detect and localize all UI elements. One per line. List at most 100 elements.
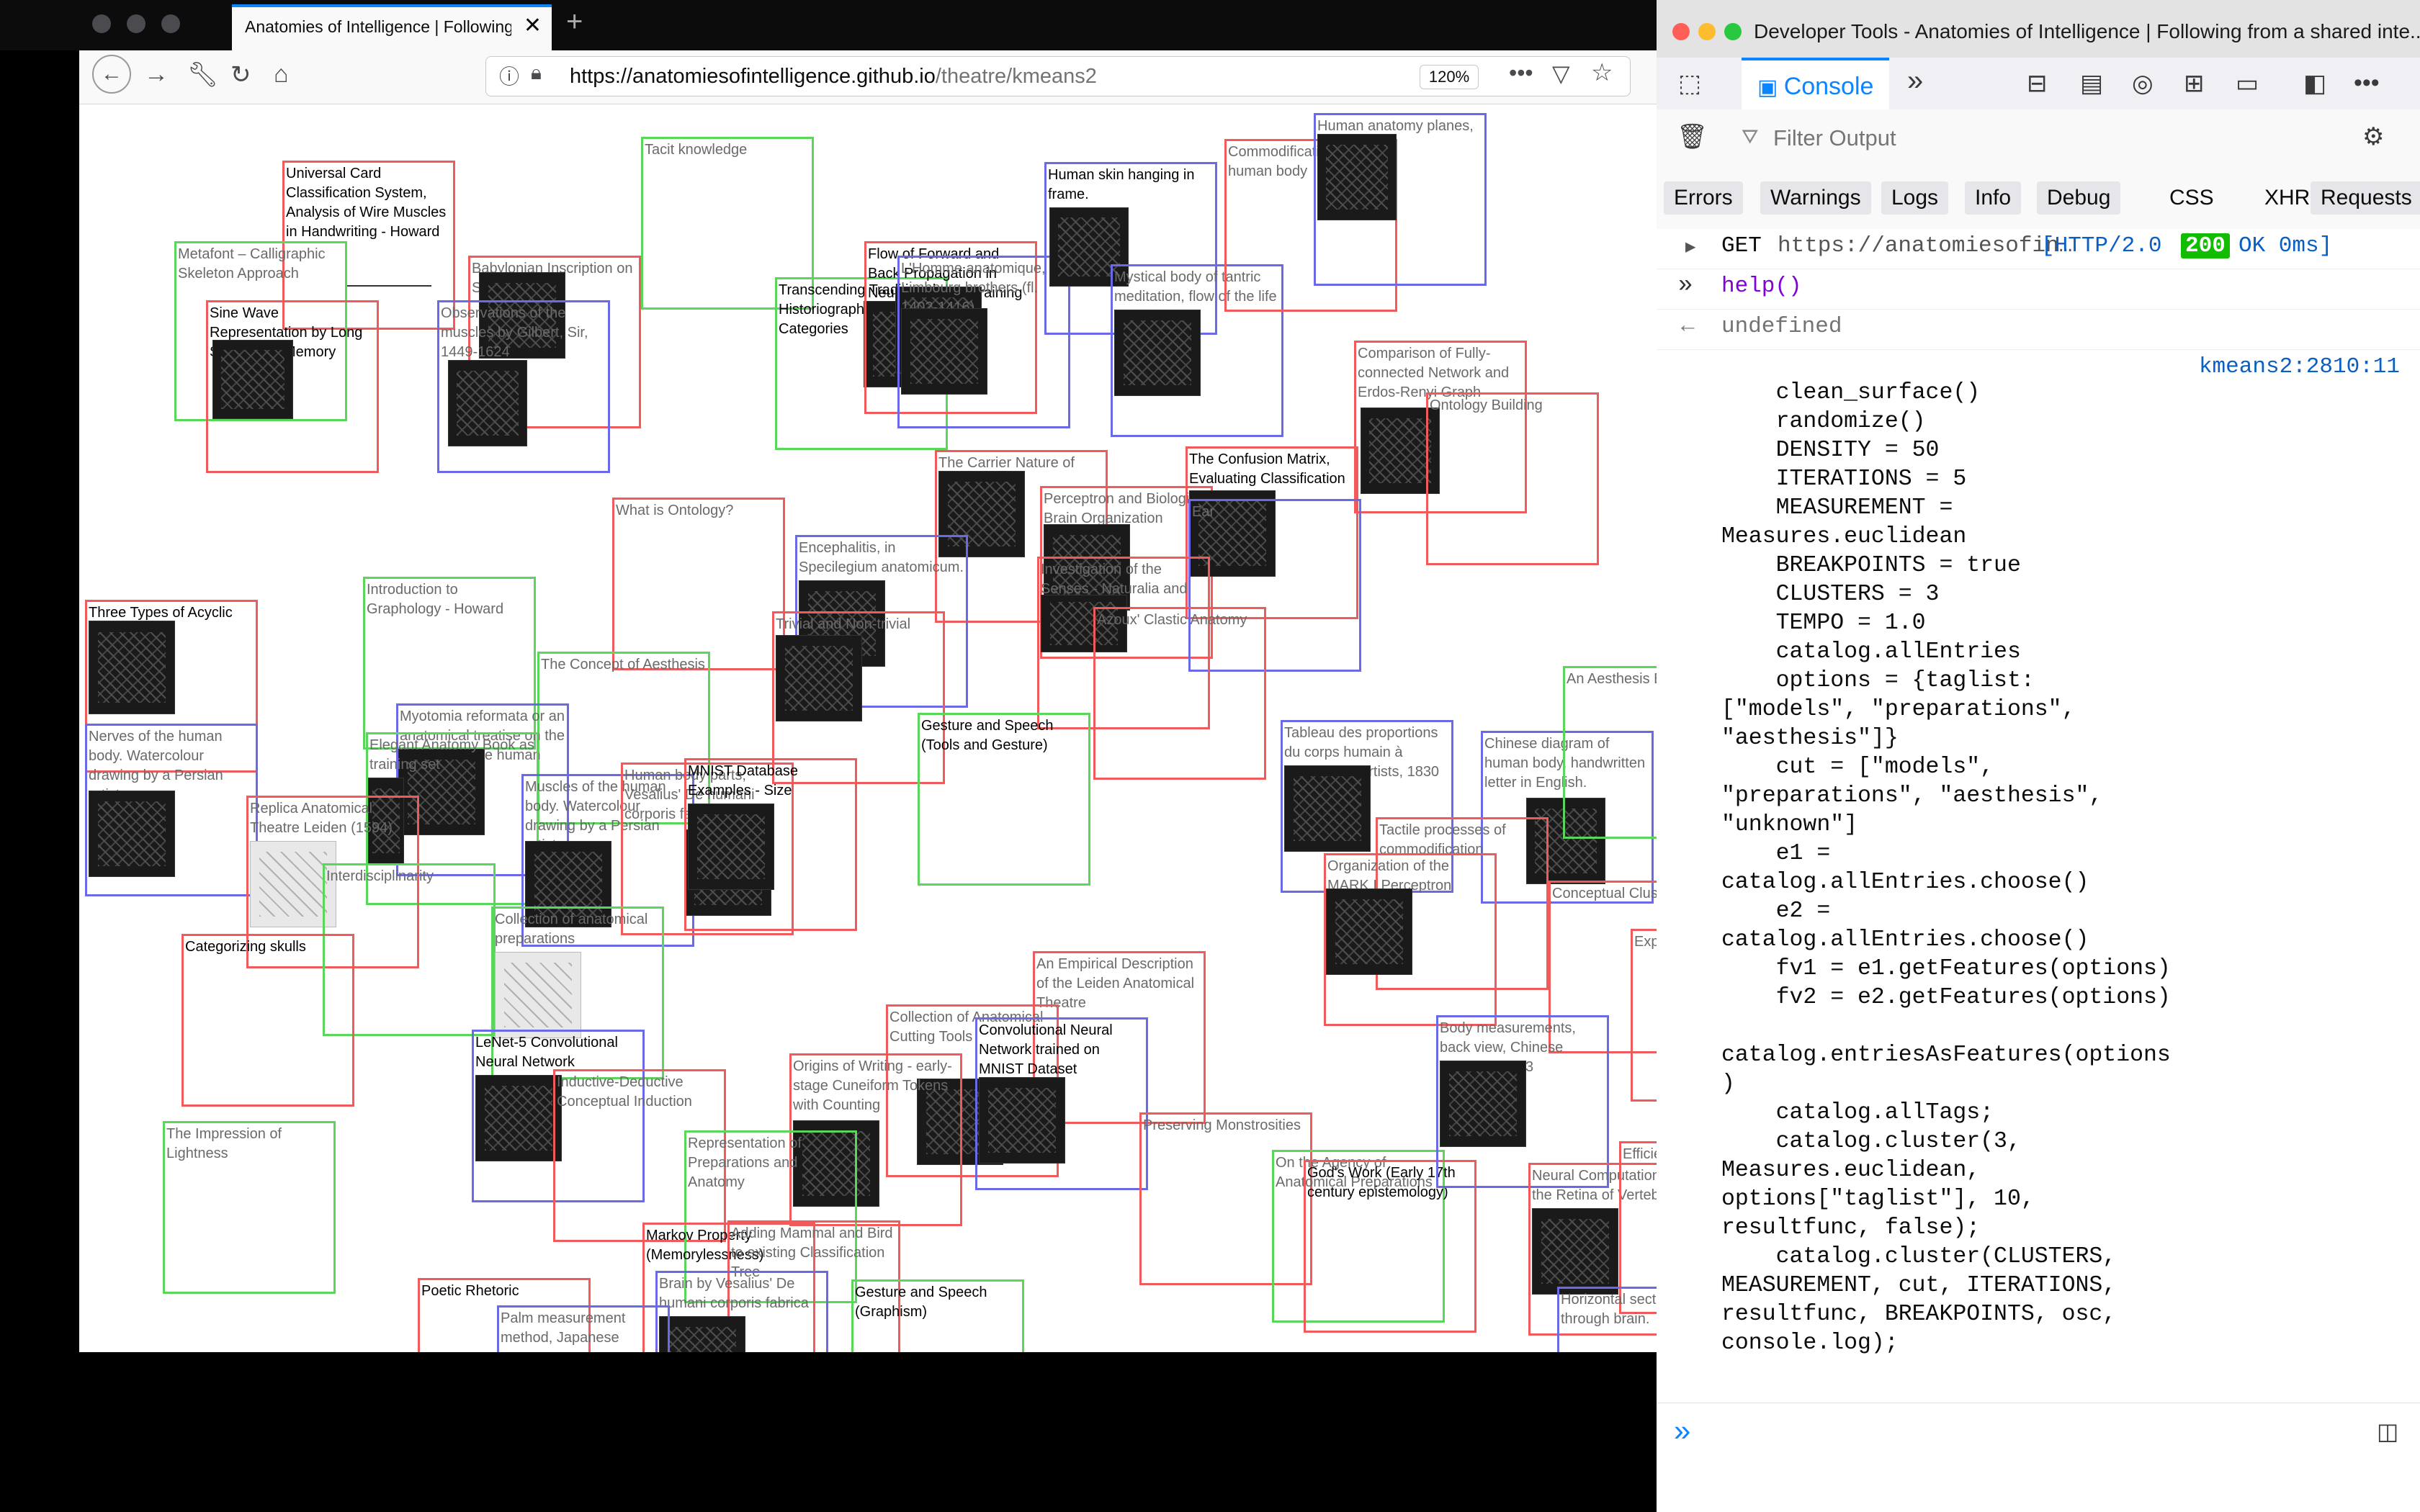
close-window-button[interactable] [92,14,111,33]
catalog-node[interactable]: The Impression of Lightness [163,1121,336,1294]
catalog-node[interactable]: What is Ontology? [612,498,785,670]
home-icon[interactable]: ⌂ [274,60,289,89]
url-path: /theatre/kmeans2 [935,65,1097,88]
settings-gear-icon[interactable]: ⚙ [2362,122,2384,151]
screenshot-camera-icon[interactable]: ◎ [2132,69,2154,98]
info-icon[interactable]: ⓘ [499,61,519,90]
catalog-node-image [659,1316,745,1352]
console-output: ▶ GET https://anatomiesofin… [HTTP/2.0 2… [1657,229,2420,1403]
catalog-node-image [1317,134,1397,220]
filter-errors[interactable]: Errors [1664,181,1743,215]
new-tab-icon[interactable]: + [566,6,583,38]
catalog-node-label: Explainable Algorithms [1634,934,1657,950]
devtools-title: Developer Tools - Anatomies of Intellige… [1754,20,2420,42]
catalog-node[interactable]: Palm measurement method, Japanese [497,1305,670,1352]
filter-css[interactable]: CSS [2169,181,2214,215]
tab-title: Anatomies of Intelligence | Following fr… [245,17,511,36]
trash-icon[interactable]: 🗑︎ [1677,122,1708,151]
catalog-node-image [89,621,175,714]
tab-console[interactable]: ▣ Console [1742,58,1890,109]
console-tab-label: Console [1783,73,1874,100]
filter-requests[interactable]: Requests [2311,181,2420,215]
catalog-node-label: Categorizing skulls [185,939,306,955]
forward-icon[interactable]: → [144,60,169,89]
filter-info[interactable]: Info [1965,181,2022,215]
devtools-zoom-button[interactable] [1724,23,1742,40]
catalog-node[interactable]: Body measurements, back view, Chinese wo… [1436,1015,1609,1188]
catalog-node[interactable]: Nerves of the human body. Watercolour dr… [85,724,258,896]
result-arrow-icon: ← [1681,314,1695,339]
devtools-menu-icon[interactable]: ••• [2354,69,2380,97]
catalog-node-image [1532,1208,1618,1295]
net-method: GET [1721,233,1762,258]
browser-toolbar: ← → 🔧︎ ↻ ⌂ ⓘ 🔒︎ https://anatomiesofintel… [79,50,1657,104]
log-source-link[interactable]: kmeans2:2810:11 [2199,354,2400,379]
dock-side-icon[interactable]: ◧ [2303,69,2326,98]
catalog-node-label: Palm measurement method, Japanese [501,1310,626,1346]
filter-logs[interactable]: Logs [1881,181,1949,215]
reload-icon[interactable]: ↻ [230,60,251,89]
catalog-node-image [901,308,987,395]
catalog-node[interactable]: Organization of the MARK I Perceptron [1324,853,1497,1026]
notes-icon[interactable]: ▤ [2080,69,2103,98]
catalog-node[interactable]: Human anatomy planes, 2014 [1314,113,1487,286]
browser-tab[interactable]: Anatomies of Intelligence | Following fr… [232,4,552,50]
net-url[interactable]: https://anatomiesofin… [1778,233,2072,258]
measure-grid-icon[interactable]: ⊞ [2184,69,2205,98]
back-icon[interactable]: ← [92,55,131,94]
catalog-node[interactable]: Convolutional Neural Network trained on … [975,1017,1148,1190]
zoom-window-button[interactable] [161,14,180,33]
catalog-node[interactable]: Categorizing skulls [182,934,354,1107]
catalog-node-label: Representation of Preparations and Anato… [688,1135,802,1190]
devtools-minimize-button[interactable] [1698,23,1716,40]
catalog-node-label: Azoux' Clastic Anatomy [1097,612,1247,628]
net-protocol: [HTTP/2.0 [2041,233,2162,258]
catalog-node[interactable]: Brain by Vesalius' De humani corporis fa… [655,1271,828,1352]
console-input-area[interactable]: » ◫ [1657,1403,2420,1512]
lock-icon: 🔒︎ [531,61,542,84]
filter-warnings[interactable]: Warnings [1760,181,1871,215]
wrench-icon[interactable]: 🔧︎ [187,60,218,89]
network-log-row[interactable]: ▶ GET https://anatomiesofin… [HTTP/2.0 2… [1657,229,2420,269]
catalog-node[interactable]: Gesture and Speech (Graphism) [851,1279,1024,1352]
catalog-node[interactable]: Azoux' Clastic Anatomy [1093,607,1266,780]
devtools-titlebar: Developer Tools - Anatomies of Intellige… [1657,0,2420,58]
bookmark-star-icon[interactable]: ☆ [1591,58,1613,87]
catalog-node[interactable]: Explainable Algorithms [1631,929,1657,1102]
zoom-level[interactable]: 120% [1420,65,1479,89]
catalog-node-label: Human skin hanging in frame. [1048,167,1195,202]
catalog-node[interactable]: An Aesthesis Emerged [1563,666,1657,839]
url-bar[interactable]: ⓘ 🔒︎ https://anatomiesofintelligence.git… [485,56,1631,96]
catalog-node-label: Encephalitis, in Specilegium anatomicum. [799,540,964,575]
page-actions-icon[interactable]: ••• [1509,60,1533,86]
catalog-node[interactable]: MNIST Database Examples - Size Normalize… [684,758,857,931]
filter-output-input[interactable] [1772,120,2336,157]
catalog-node-label: Inductive-Deductive Conceptual Induction [557,1074,692,1110]
catalog-node[interactable]: Observations of the muscles by Gilbert, … [437,300,610,473]
catalog-node[interactable]: Sine Wave Representation by Long Short T… [206,300,379,473]
ruler-icon[interactable]: ▭ [2236,69,2259,98]
catalog-node-label: The Confusion Matrix, Evaluating Classif… [1189,451,1345,487]
element-picker-icon[interactable]: ⬚ [1678,69,1701,98]
catalog-node-label: Observations of the muscles by Gilbert, … [441,305,588,360]
devtools-close-button[interactable] [1672,23,1690,40]
filter-xhr[interactable]: XHR [2264,181,2310,215]
more-tools-chevron-icon[interactable]: » [1907,65,1923,97]
filter-debug[interactable]: Debug [2037,181,2121,215]
catalog-node-label: Introduction to Graphology - Howard [367,582,504,617]
catalog-node-image [688,804,774,890]
expand-triangle-icon[interactable]: ▶ [1685,236,1695,258]
close-tab-icon[interactable]: ✕ [524,13,542,38]
url-domain: https://anatomiesofintelligence.github.i… [570,65,936,88]
minimize-window-button[interactable] [127,14,145,33]
console-icon: ▣ [1757,76,1784,99]
responsive-design-icon[interactable]: ⊟ [2027,69,2048,98]
editor-mode-icon[interactable]: ◫ [2377,1418,2398,1445]
catalog-node-image [448,360,527,446]
catalog-node-label: Interdisciplinarity [326,868,434,884]
catalog-node[interactable]: Ontology Building [1426,392,1599,565]
catalog-node[interactable]: Horizontal section through brain. [1557,1287,1657,1352]
pocket-icon[interactable]: ▽ [1552,60,1570,87]
catalog-node-label: Origins of Writing - early-stage Cuneifo… [793,1058,952,1113]
catalog-node[interactable]: Gesture and Speech (Tools and Gesture) [918,713,1090,886]
